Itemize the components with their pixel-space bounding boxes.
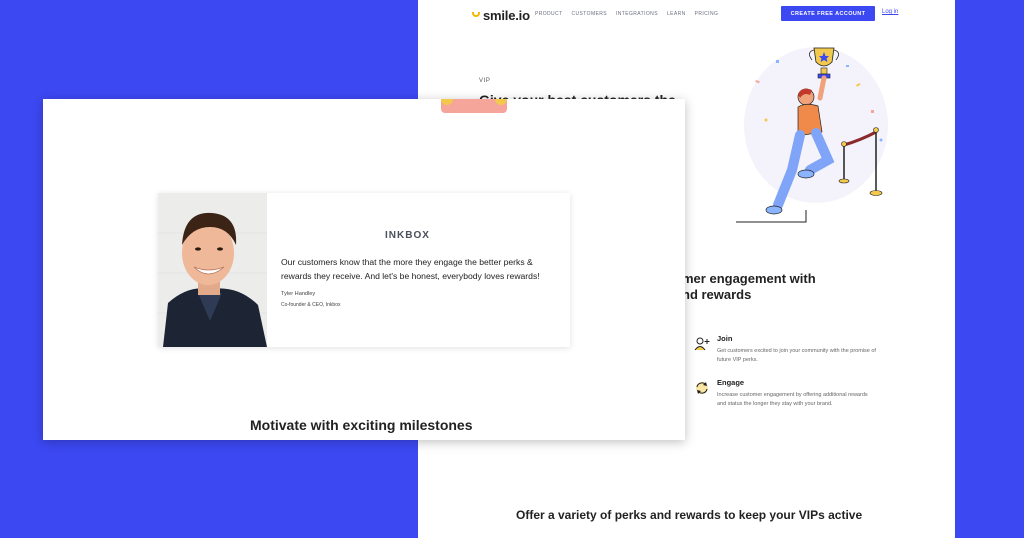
- engagement-heading: mer engagement with nd rewards: [682, 271, 816, 303]
- smile-logo[interactable]: smile.io: [472, 8, 530, 23]
- person-title: Co-founder & CEO, Inkbox: [281, 302, 341, 308]
- refresh-icon: [696, 382, 708, 394]
- feature-desc: Increase customer engagement by offering…: [717, 392, 868, 407]
- nav-integrations[interactable]: INTEGRATIONS: [616, 11, 658, 17]
- trophy-illustration: [736, 47, 888, 223]
- nav-links: PRODUCT CUSTOMERS INTEGRATIONS LEARN PRI…: [535, 11, 718, 17]
- create-account-button[interactable]: CREATE FREE ACCOUNT: [781, 6, 875, 21]
- nav-customers[interactable]: CUSTOMERS: [572, 11, 607, 17]
- top-nav: smile.io PRODUCT CUSTOMERS INTEGRATIONS …: [418, 0, 955, 28]
- inkbox-logo: INKBOX: [385, 230, 430, 241]
- milestones-heading: Motivate with exciting milestones: [250, 417, 473, 433]
- nav-learn[interactable]: LEARN: [667, 11, 686, 17]
- testimonial-quote: Our customers know that the more they en…: [281, 257, 540, 281]
- nav-product[interactable]: PRODUCT: [535, 11, 563, 17]
- testimonial-page: INKBOX Our customers know that the more …: [43, 99, 685, 440]
- tape-decoration: [441, 99, 507, 113]
- login-link[interactable]: Log in: [882, 9, 898, 15]
- smile-logo-icon: [472, 12, 480, 17]
- feature-title: Join: [717, 334, 733, 343]
- quote-area: INKBOX Our customers know that the more …: [267, 193, 570, 347]
- pin-icon: [441, 99, 453, 105]
- avatar: [158, 193, 267, 347]
- person-photo: [158, 193, 267, 347]
- testimonial-card: INKBOX Our customers know that the more …: [158, 193, 570, 347]
- engagement-heading-line2: nd rewards: [682, 287, 752, 302]
- nav-pricing[interactable]: PRICING: [695, 11, 719, 17]
- feature-title: Engage: [717, 378, 745, 387]
- feature-desc: Get customers excited to join your commu…: [717, 348, 876, 363]
- engagement-heading-line1: mer engagement with: [682, 271, 816, 286]
- section-label: VIP: [479, 78, 491, 84]
- perks-heading: Offer a variety of perks and rewards to …: [516, 508, 863, 522]
- user-plus-icon: [694, 337, 710, 351]
- person-name: Tyler Handley: [281, 291, 316, 297]
- pin-icon: [495, 99, 507, 105]
- logo-text: smile.io: [483, 8, 530, 23]
